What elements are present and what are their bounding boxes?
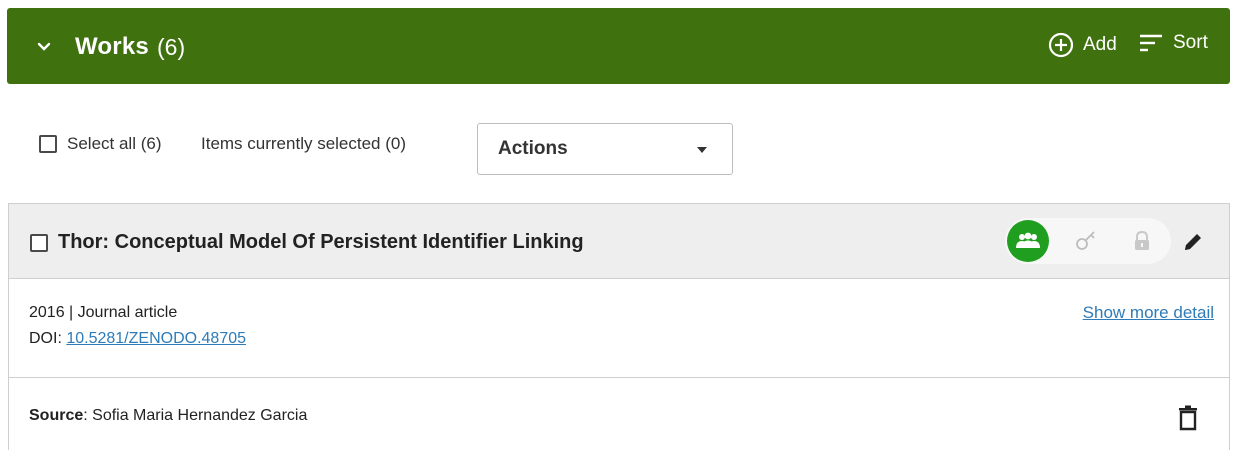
work-card: Thor: Conceptual Model Of Persistent Ide… [8,203,1230,450]
caret-down-icon [697,147,707,153]
sort-button[interactable]: Sort [1138,32,1208,54]
trusted-parties-icon[interactable] [1063,218,1109,264]
add-label: Add [1083,34,1117,55]
everyone-icon[interactable] [1007,220,1049,262]
work-details: 2016 | Journal article DOI: 10.5281/ZENO… [9,280,1229,378]
checkbox[interactable] [39,135,57,153]
actions-label: Actions [498,138,568,159]
works-section-header: Works (6) Add Sort [7,8,1230,84]
select-all-label: Select all (6) [67,134,162,153]
source-value: Sofia Maria Hernandez Garcia [92,407,308,424]
doi-label: DOI: [29,330,67,347]
works-count: (6) [157,34,186,60]
doi-line: DOI: 10.5281/ZENODO.48705 [29,330,246,348]
sort-label: Sort [1173,32,1208,53]
work-meta: 2016 | Journal article [29,304,178,321]
bulk-toolbar: Select all (6) Items currently selected … [0,118,1237,178]
work-select-checkbox[interactable] [30,233,48,252]
trash-icon[interactable] [1176,405,1200,431]
only-me-icon[interactable] [1119,218,1165,264]
work-source: Source: Sofia Maria Hernandez Garcia [9,379,1229,450]
work-card-header: Thor: Conceptual Model Of Persistent Ide… [9,204,1229,279]
doi-link[interactable]: 10.5281/ZENODO.48705 [66,330,246,347]
pencil-icon[interactable] [1179,228,1207,256]
works-title: Works [75,33,149,60]
actions-dropdown[interactable]: Actions [477,123,733,175]
selected-count-status: Items currently selected (0) [201,134,407,153]
add-work-button[interactable]: Add [1048,32,1117,58]
show-more-detail-link[interactable]: Show more detail [1083,303,1214,323]
source-label: Source [29,407,84,424]
sort-icon [1138,33,1164,53]
visibility-selector [1005,218,1171,264]
plus-circle-icon [1048,32,1074,58]
source-line: Source: Sofia Maria Hernandez Garcia [29,407,308,424]
select-all-checkbox[interactable]: Select all (6) [39,134,161,154]
work-title: Thor: Conceptual Model Of Persistent Ide… [58,231,584,253]
chevron-down-icon[interactable] [35,38,53,56]
